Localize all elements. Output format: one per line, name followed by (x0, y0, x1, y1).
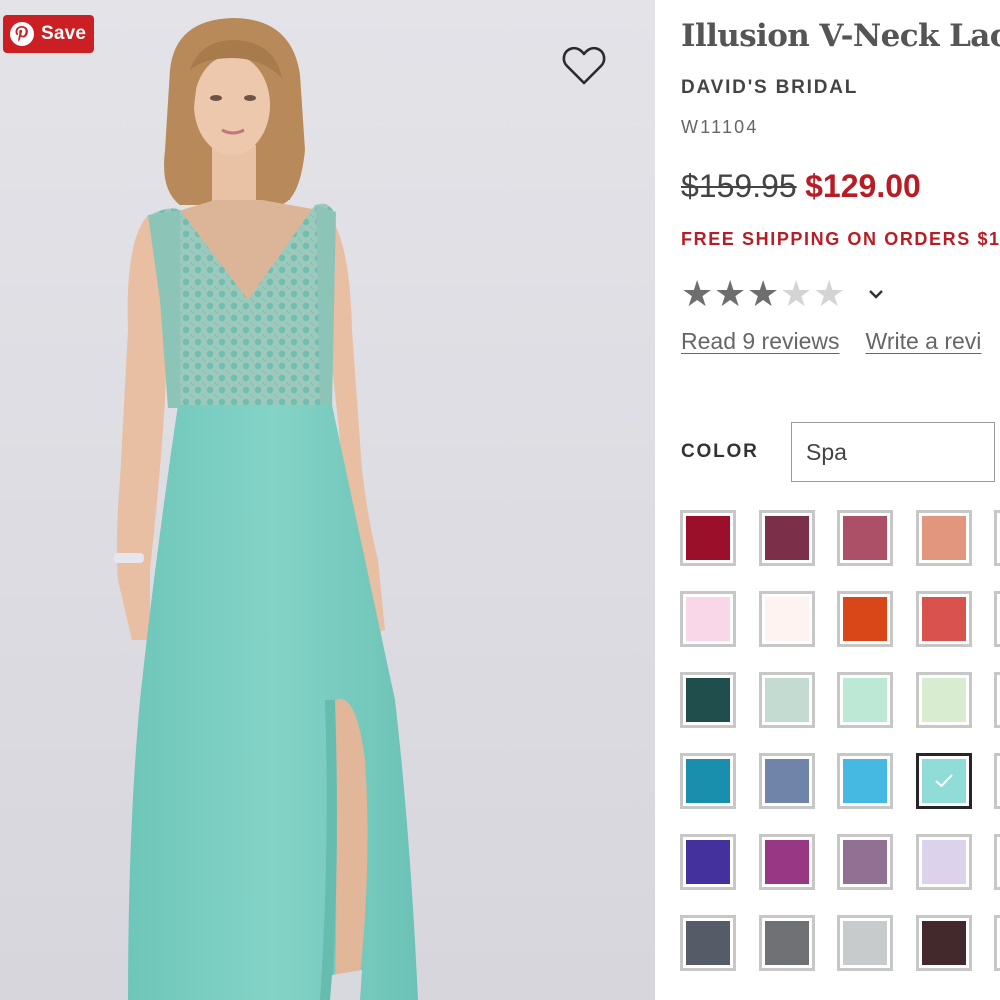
star-filled-icon: ★ (747, 273, 780, 314)
color-swatch-fill (843, 516, 887, 560)
color-swatch-fill (843, 921, 887, 965)
color-swatch-fill (921, 678, 966, 722)
color-swatch[interactable] (837, 753, 893, 809)
color-swatch[interactable] (680, 591, 736, 647)
sale-price: $129.00 (805, 168, 921, 204)
color-swatch-fill (921, 921, 966, 965)
color-swatch[interactable] (680, 753, 736, 809)
color-swatch-fill (764, 678, 809, 722)
color-swatch[interactable] (994, 510, 1000, 566)
color-swatch[interactable] (994, 591, 1000, 647)
color-select-value: Spa (806, 438, 847, 465)
read-reviews-link[interactable]: Read 9 reviews (681, 328, 840, 354)
color-swatch[interactable] (994, 915, 1000, 971)
color-swatch[interactable] (915, 834, 972, 890)
write-review-link[interactable]: Write a revi (866, 328, 982, 354)
color-swatch-fill (686, 516, 730, 560)
color-swatch-fill (686, 759, 730, 803)
color-swatch-fill (843, 840, 887, 884)
color-swatch[interactable] (915, 591, 972, 647)
color-swatch[interactable] (680, 510, 736, 566)
color-swatch[interactable] (680, 834, 736, 890)
product-title: Illusion V-Neck Lace and (681, 18, 1000, 54)
checkmark-icon (919, 756, 969, 806)
color-swatch[interactable] (680, 915, 736, 971)
model-photo (114, 18, 418, 1000)
color-swatch[interactable] (837, 591, 893, 647)
free-shipping-notice: FREE SHIPPING ON ORDERS $1 (681, 229, 1000, 249)
wishlist-heart-icon[interactable] (561, 44, 607, 88)
color-swatch[interactable] (758, 915, 815, 971)
color-swatch[interactable] (680, 672, 736, 728)
color-swatch[interactable] (994, 672, 1000, 728)
product-image[interactable]: Save (0, 0, 655, 1000)
color-select[interactable]: Spa (791, 422, 995, 482)
price-block: $159.95 $129.00 (681, 168, 921, 205)
pinterest-icon (10, 22, 34, 46)
product-details-panel: Illusion V-Neck Lace and DAVID'S BRIDAL … (655, 0, 1000, 1000)
color-swatch-fill (921, 597, 966, 641)
color-swatch[interactable] (758, 510, 815, 566)
color-label: COLOR (681, 441, 759, 462)
product-sku: W11104 (681, 117, 759, 137)
brand-name: DAVID'S BRIDAL (681, 77, 859, 98)
color-swatch[interactable] (837, 510, 893, 566)
color-swatch[interactable] (837, 915, 893, 971)
color-swatch[interactable] (915, 510, 972, 566)
color-swatch[interactable] (758, 834, 815, 890)
rating-stars: ★ ★ ★ ★ ★ (681, 274, 846, 314)
star-filled-icon: ★ (714, 273, 747, 314)
color-swatch-fill (764, 921, 809, 965)
color-swatch-fill (921, 516, 966, 560)
color-swatch[interactable] (994, 753, 1000, 809)
color-swatch-fill (764, 516, 809, 560)
star-empty-icon: ★ (813, 273, 846, 314)
color-swatch-fill (843, 678, 887, 722)
review-links: Read 9 reviews Write a revi (681, 328, 981, 355)
color-swatch-fill (843, 597, 887, 641)
color-swatch-fill (764, 840, 809, 884)
color-swatch[interactable] (915, 915, 972, 971)
color-swatch-selected[interactable] (915, 753, 972, 809)
color-swatch[interactable] (837, 672, 893, 728)
color-swatch-fill (686, 597, 730, 641)
color-swatch[interactable] (758, 591, 815, 647)
color-swatch-fill (686, 678, 730, 722)
pinterest-save-label: Save (41, 23, 87, 44)
color-swatch[interactable] (915, 672, 972, 728)
color-swatch[interactable] (837, 834, 893, 890)
color-swatch[interactable] (758, 672, 815, 728)
color-swatch[interactable] (994, 834, 1000, 890)
color-swatch-fill (764, 597, 809, 641)
color-swatch-fill (686, 840, 730, 884)
color-swatch-fill (921, 840, 966, 884)
star-filled-icon: ★ (681, 273, 714, 314)
color-swatch[interactable] (758, 753, 815, 809)
chevron-down-icon[interactable] (866, 284, 886, 304)
star-rating: ★ ★ ★ ★ ★ (681, 274, 886, 314)
star-empty-icon: ★ (780, 273, 813, 314)
original-price: $159.95 (681, 168, 797, 204)
color-swatch-fill (843, 759, 887, 803)
pinterest-save-button[interactable]: Save (3, 15, 94, 53)
color-swatch-fill (686, 921, 730, 965)
color-swatch-fill (764, 759, 809, 803)
